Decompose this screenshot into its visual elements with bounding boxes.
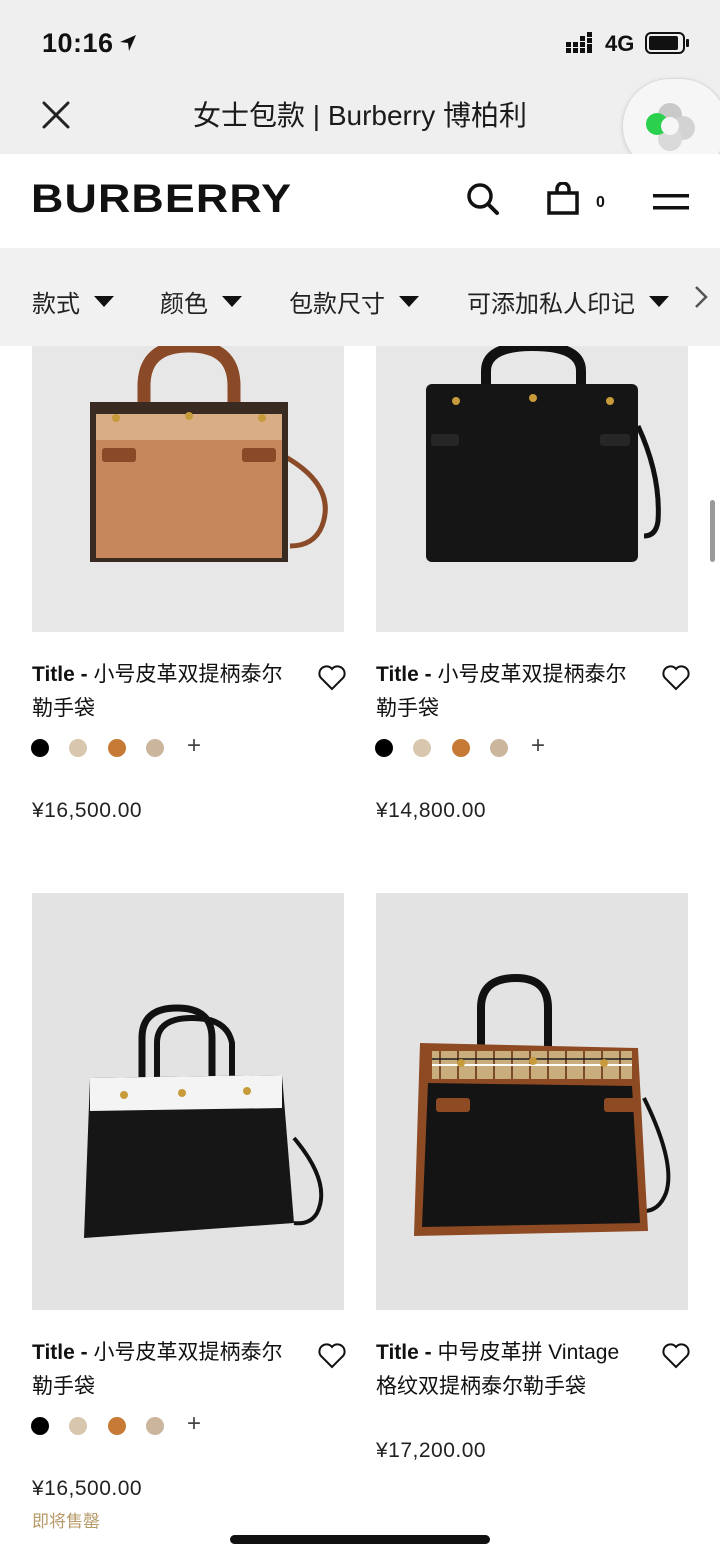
product-image[interactable] <box>32 346 344 632</box>
product-image[interactable] <box>376 893 688 1310</box>
low-stock-note: 即将售罄 <box>32 1512 100 1531</box>
wishlist-heart-icon[interactable] <box>662 1343 690 1369</box>
filter-color[interactable]: 颜色 <box>160 284 242 319</box>
color-swatch[interactable] <box>490 739 508 757</box>
color-swatch[interactable] <box>31 1417 49 1435</box>
black-tote-bag-image <box>426 346 661 562</box>
page-title: 女士包款 | Burberry 博柏利 <box>193 100 527 131</box>
status-time: 10:16 <box>42 28 114 58</box>
filter-style[interactable]: 款式 <box>32 284 114 319</box>
filter-label: 颜色 <box>160 291 208 318</box>
search-icon[interactable] <box>466 182 500 216</box>
color-swatch[interactable] <box>108 739 126 757</box>
color-swatch[interactable] <box>146 1417 164 1435</box>
product-image[interactable] <box>376 346 688 632</box>
product-title[interactable]: Title - 小号皮革双提柄泰尔勒手袋 <box>32 1336 297 1404</box>
filter-label: 包款尺寸 <box>289 291 385 318</box>
color-swatch[interactable] <box>146 739 164 757</box>
color-swatch[interactable] <box>31 739 49 757</box>
scroll-indicator[interactable] <box>710 500 715 562</box>
product-title[interactable]: Title - 中号皮革拼 Vintage 格纹双提柄泰尔勒手袋 <box>376 1336 641 1404</box>
color-swatch[interactable] <box>413 739 431 757</box>
caret-down-icon <box>649 296 669 307</box>
color-swatch[interactable] <box>69 1417 87 1435</box>
filter-personalisation[interactable]: 可添加私人印记 <box>467 284 669 319</box>
caret-down-icon <box>222 296 242 307</box>
product-image[interactable] <box>32 893 344 1310</box>
product-title[interactable]: Title - 小号皮革双提柄泰尔勒手袋 <box>32 658 297 726</box>
filter-label: 可添加私人印记 <box>467 291 635 318</box>
more-colors[interactable]: + <box>531 732 545 760</box>
wishlist-heart-icon[interactable] <box>318 665 346 691</box>
location-arrow-icon <box>120 35 136 51</box>
menu-icon[interactable] <box>653 191 689 213</box>
network-type: 4G <box>605 31 635 56</box>
wishlist-heart-icon[interactable] <box>318 1343 346 1369</box>
wishlist-heart-icon[interactable] <box>662 665 690 691</box>
black-white-tote-bag-image <box>84 1004 324 1238</box>
product-price: ¥17,200.00 <box>376 1439 487 1462</box>
color-swatch[interactable] <box>375 739 393 757</box>
product-price: ¥16,500.00 <box>32 1477 143 1500</box>
filter-bag-size[interactable]: 包款尺寸 <box>289 284 419 319</box>
color-swatch[interactable] <box>108 1417 126 1435</box>
filter-label: 款式 <box>32 291 80 318</box>
shopping-bag-icon[interactable] <box>546 182 580 216</box>
tan-tote-bag-image <box>90 346 328 562</box>
vintage-check-tote-bag-image <box>414 973 671 1236</box>
chevron-right-icon[interactable] <box>693 284 709 310</box>
color-swatch[interactable] <box>452 739 470 757</box>
battery-icon <box>645 32 689 54</box>
mini-program-icon <box>646 103 695 151</box>
color-swatch[interactable] <box>69 739 87 757</box>
caret-down-icon <box>94 296 114 307</box>
home-indicator[interactable] <box>230 1535 490 1544</box>
signal-icon <box>566 32 592 53</box>
cart-count: 0 <box>596 194 605 211</box>
more-colors[interactable]: + <box>187 732 201 760</box>
more-colors[interactable]: + <box>187 1410 201 1438</box>
caret-down-icon <box>399 296 419 307</box>
product-price: ¥16,500.00 <box>32 799 143 822</box>
product-price: ¥14,800.00 <box>376 799 487 822</box>
product-title[interactable]: Title - 小号皮革双提柄泰尔勒手袋 <box>376 658 641 726</box>
brand-logo[interactable]: BURBERRY <box>31 177 292 222</box>
